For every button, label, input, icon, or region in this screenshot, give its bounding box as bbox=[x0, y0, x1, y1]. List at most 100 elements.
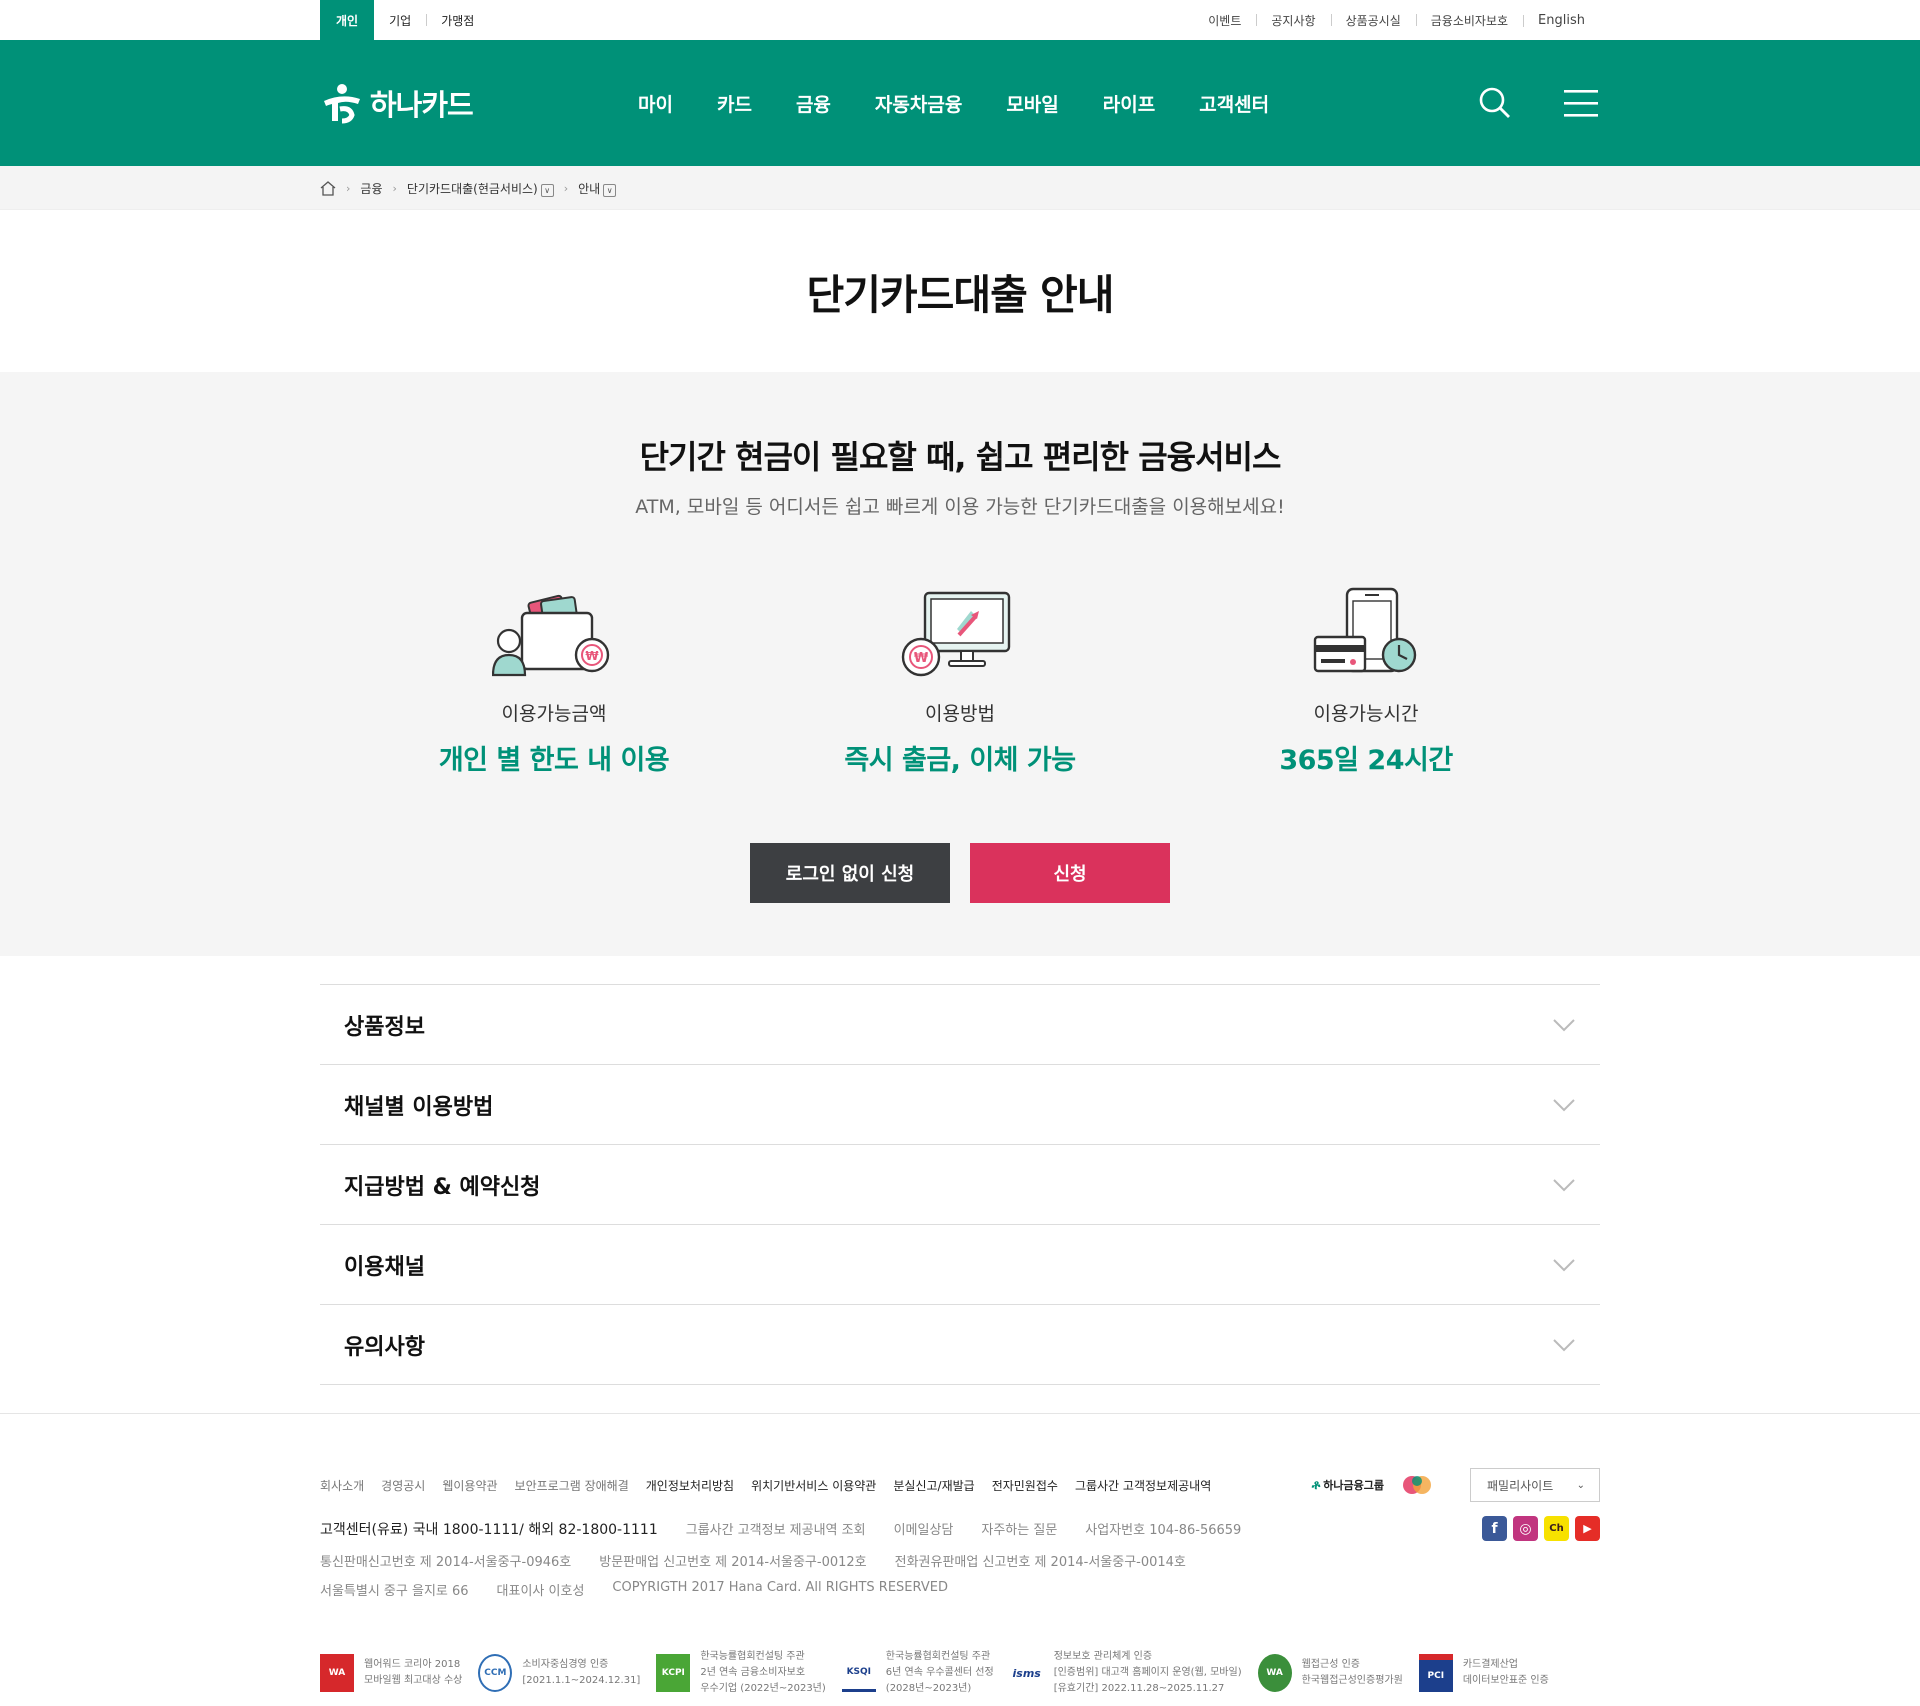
link-product-disclosure[interactable]: 상품공시실 bbox=[1330, 12, 1416, 29]
accordion-channels[interactable]: 이용채널 bbox=[320, 1225, 1600, 1305]
accordion-channel-usage[interactable]: 채널별 이용방법 bbox=[320, 1065, 1600, 1145]
feature-method-value: 즉시 출금, 이체 가능 bbox=[844, 745, 1076, 776]
footer: 회사소개 경영공시 웹이용약관 보안프로그램 장애해결 개인정보처리방침 위치기… bbox=[0, 1413, 1920, 1697]
web-accessibility-logo-icon: WA bbox=[1257, 1654, 1292, 1692]
tab-business[interactable]: 기업 bbox=[374, 0, 426, 40]
footer-link[interactable]: 그룹사간 고객정보제공내역 bbox=[1075, 1477, 1211, 1494]
kakao-channel-icon[interactable]: Ch bbox=[1544, 1516, 1569, 1541]
main-menu: 마이 카드 금융 자동차금융 모바일 라이프 고객센터 bbox=[590, 90, 1291, 117]
ksqi-logo-icon: KSQI bbox=[841, 1654, 876, 1692]
menu-auto-finance[interactable]: 자동차금융 bbox=[853, 90, 984, 117]
menu-card[interactable]: 카드 bbox=[695, 90, 774, 117]
breadcrumb-guide[interactable]: 안내 ∨ bbox=[578, 180, 617, 197]
accordion-title: 상품정보 bbox=[344, 1014, 425, 1040]
footer-links: 회사소개 경영공시 웹이용약관 보안프로그램 장애해결 개인정보처리방침 위치기… bbox=[320, 1477, 1211, 1494]
instagram-icon[interactable]: ◎ bbox=[1513, 1516, 1538, 1541]
footer-info-link[interactable]: 자주하는 질문 bbox=[981, 1519, 1057, 1539]
menu-my[interactable]: 마이 bbox=[590, 90, 695, 117]
cert-text: 카드결제산업 데이터보안표준 인증 bbox=[1462, 1659, 1549, 1686]
chevron-down-icon: ⌄ bbox=[1576, 1479, 1585, 1491]
family-site-select[interactable]: 패밀리사이트 ⌄ bbox=[1470, 1468, 1600, 1502]
accordion-payment-reservation[interactable]: 지급방법 & 예약신청 bbox=[320, 1145, 1600, 1225]
cert-text: 소비자중심경영 인증 [2021.1.1~2024.12.31] bbox=[522, 1659, 641, 1686]
link-notice[interactable]: 공지사항 bbox=[1256, 12, 1330, 29]
cert-text: 정보보호 관리체계 인증 [인증범위] 대고객 홈페이지 운영(웹, 모바일) … bbox=[1053, 1651, 1242, 1694]
monitor-won-icon: ₩ bbox=[901, 591, 1011, 677]
feature-amount-value: 개인 별 한도 내 이용 bbox=[438, 745, 670, 776]
footer-registration: 방문판매업 신고번호 제 2014-서울중구-0012호 bbox=[599, 1555, 867, 1570]
footer-link[interactable]: 전자민원접수 bbox=[992, 1477, 1058, 1494]
web-award-logo-icon: WA bbox=[320, 1654, 354, 1692]
footer-link[interactable]: 보안프로그램 장애해결 bbox=[515, 1477, 629, 1494]
cert-text: 웹어워드 코리아 2018 모바일웹 최고대상 수상 bbox=[364, 1659, 463, 1686]
isms-logo-icon: isms bbox=[1012, 1666, 1041, 1680]
kcpi-logo-icon: KCPI bbox=[656, 1654, 691, 1692]
footer-link-privacy[interactable]: 개인정보처리방침 bbox=[646, 1477, 734, 1494]
mascot-icon bbox=[1403, 1476, 1431, 1494]
tab-personal[interactable]: 개인 bbox=[320, 0, 375, 40]
footer-link[interactable]: 웹이용약관 bbox=[442, 1477, 497, 1494]
menu-finance[interactable]: 금융 bbox=[774, 90, 853, 117]
accordion-notes[interactable]: 유의사항 bbox=[320, 1305, 1600, 1385]
global-nav: 하나카드 마이 카드 금융 자동차금융 모바일 라이프 고객센터 bbox=[0, 40, 1920, 166]
menu-customer-center[interactable]: 고객센터 bbox=[1177, 90, 1291, 117]
utility-links: 이벤트 공지사항 상품공시실 금융소비자보호 English bbox=[1193, 0, 1600, 40]
accordion-title: 채널별 이용방법 bbox=[344, 1094, 494, 1120]
utility-bar: 개인 기업 가맹점 이벤트 공지사항 상품공시실 금융소비자보호 English bbox=[0, 0, 1920, 40]
ccm-logo-icon: CCM bbox=[478, 1654, 513, 1692]
hana-group-mark-icon: ቶ bbox=[1311, 1477, 1321, 1493]
footer-link[interactable]: 회사소개 bbox=[320, 1477, 364, 1494]
tab-merchant[interactable]: 가맹점 bbox=[426, 0, 489, 40]
accordion-title: 지급방법 & 예약신청 bbox=[344, 1174, 541, 1200]
feature-method-label: 이용방법 bbox=[925, 703, 995, 725]
cert-item: isms 정보보호 관리체계 인증 [인증범위] 대고객 홈페이지 운영(웹, … bbox=[1010, 1649, 1242, 1697]
chevron-right-icon: › bbox=[346, 181, 351, 195]
footer-link[interactable]: 분실신고/재발급 bbox=[893, 1477, 974, 1494]
apply-without-login-button[interactable]: 로그인 없이 신청 bbox=[750, 843, 950, 903]
footer-link[interactable]: 위치기반서비스 이용약관 bbox=[751, 1477, 876, 1494]
apply-button[interactable]: 신청 bbox=[970, 843, 1170, 903]
accordion-product-info[interactable]: 상품정보 bbox=[320, 985, 1600, 1065]
link-consumer-protection[interactable]: 금융소비자보호 bbox=[1415, 12, 1523, 29]
feature-list: ₩ 이용가능금액 개인 별 한도 내 이용 ₩ 이용방법 즉시 출금, 이체 가… bbox=[0, 579, 1920, 777]
cert-item: KSQI 한국능률협회컨설팅 주관 6년 연속 우수콜센터 선정 (2028년~… bbox=[841, 1649, 994, 1697]
hamburger-menu-icon[interactable] bbox=[1564, 88, 1598, 118]
copyright: COPYRIGTH 2017 Hana Card. All RIGHTS RES… bbox=[612, 1580, 948, 1595]
certifications: WA 웹어워드 코리아 2018 모바일웹 최고대상 수상 CCM 소비자중심경… bbox=[320, 1649, 1600, 1697]
ceo-name: 대표이사 이호성 bbox=[496, 1584, 585, 1599]
footer-info-link[interactable]: 그룹사간 고객정보 제공내역 조회 bbox=[686, 1519, 866, 1539]
chevron-down-icon bbox=[1553, 1018, 1575, 1031]
hana-logo-icon bbox=[324, 84, 360, 124]
link-english[interactable]: English bbox=[1523, 13, 1600, 28]
footer-link[interactable]: 경영공시 bbox=[381, 1477, 425, 1494]
family-site-label: 패밀리사이트 bbox=[1487, 1478, 1554, 1493]
wallet-won-icon: ₩ bbox=[492, 594, 610, 677]
menu-mobile[interactable]: 모바일 bbox=[984, 90, 1080, 117]
facebook-icon[interactable]: f bbox=[1482, 1516, 1507, 1541]
home-icon[interactable] bbox=[320, 180, 336, 196]
pci-dss-logo-icon: PCI bbox=[1418, 1654, 1453, 1692]
youtube-icon[interactable]: ▶ bbox=[1575, 1516, 1600, 1541]
chevron-down-icon bbox=[1553, 1178, 1575, 1191]
chevron-down-icon bbox=[1553, 1258, 1575, 1271]
feature-time: 이용가능시간 365일 24시간 bbox=[1163, 579, 1569, 777]
breadcrumb-finance[interactable]: 금융 bbox=[360, 180, 382, 197]
chevron-down-icon[interactable]: ∨ bbox=[603, 183, 617, 197]
search-icon[interactable] bbox=[1478, 86, 1512, 120]
menu-life[interactable]: 라이프 bbox=[1081, 90, 1177, 117]
accordion-title: 이용채널 bbox=[344, 1254, 425, 1280]
footer-info-link[interactable]: 이메일상담 bbox=[894, 1519, 954, 1539]
feature-amount-label: 이용가능금액 bbox=[501, 703, 607, 725]
company-address: 서울특별시 중구 을지로 66 bbox=[320, 1584, 469, 1599]
chevron-down-icon[interactable]: ∨ bbox=[540, 183, 554, 197]
cert-text: 웹접근성 인증 한국웹접근성인증평가원 bbox=[1301, 1659, 1403, 1686]
breadcrumb-cash-service[interactable]: 단기카드대출(현금서비스) ∨ bbox=[407, 180, 554, 197]
breadcrumb: › 금융 › 단기카드대출(현금서비스) ∨ › 안내 ∨ bbox=[0, 166, 1920, 210]
feature-time-label: 이용가능시간 bbox=[1313, 703, 1419, 725]
cert-item: WA 웹접근성 인증 한국웹접근성인증평가원 bbox=[1257, 1649, 1403, 1697]
hana-card-logo[interactable]: 하나카드 bbox=[320, 81, 590, 125]
link-event[interactable]: 이벤트 bbox=[1193, 12, 1256, 29]
cert-item: WA 웹어워드 코리아 2018 모바일웹 최고대상 수상 bbox=[320, 1649, 462, 1697]
customer-center-phone: 고객센터(유료) 국내 1800-1111/ 해외 82-1800-1111 bbox=[320, 1521, 658, 1538]
svg-text:₩: ₩ bbox=[914, 651, 929, 666]
